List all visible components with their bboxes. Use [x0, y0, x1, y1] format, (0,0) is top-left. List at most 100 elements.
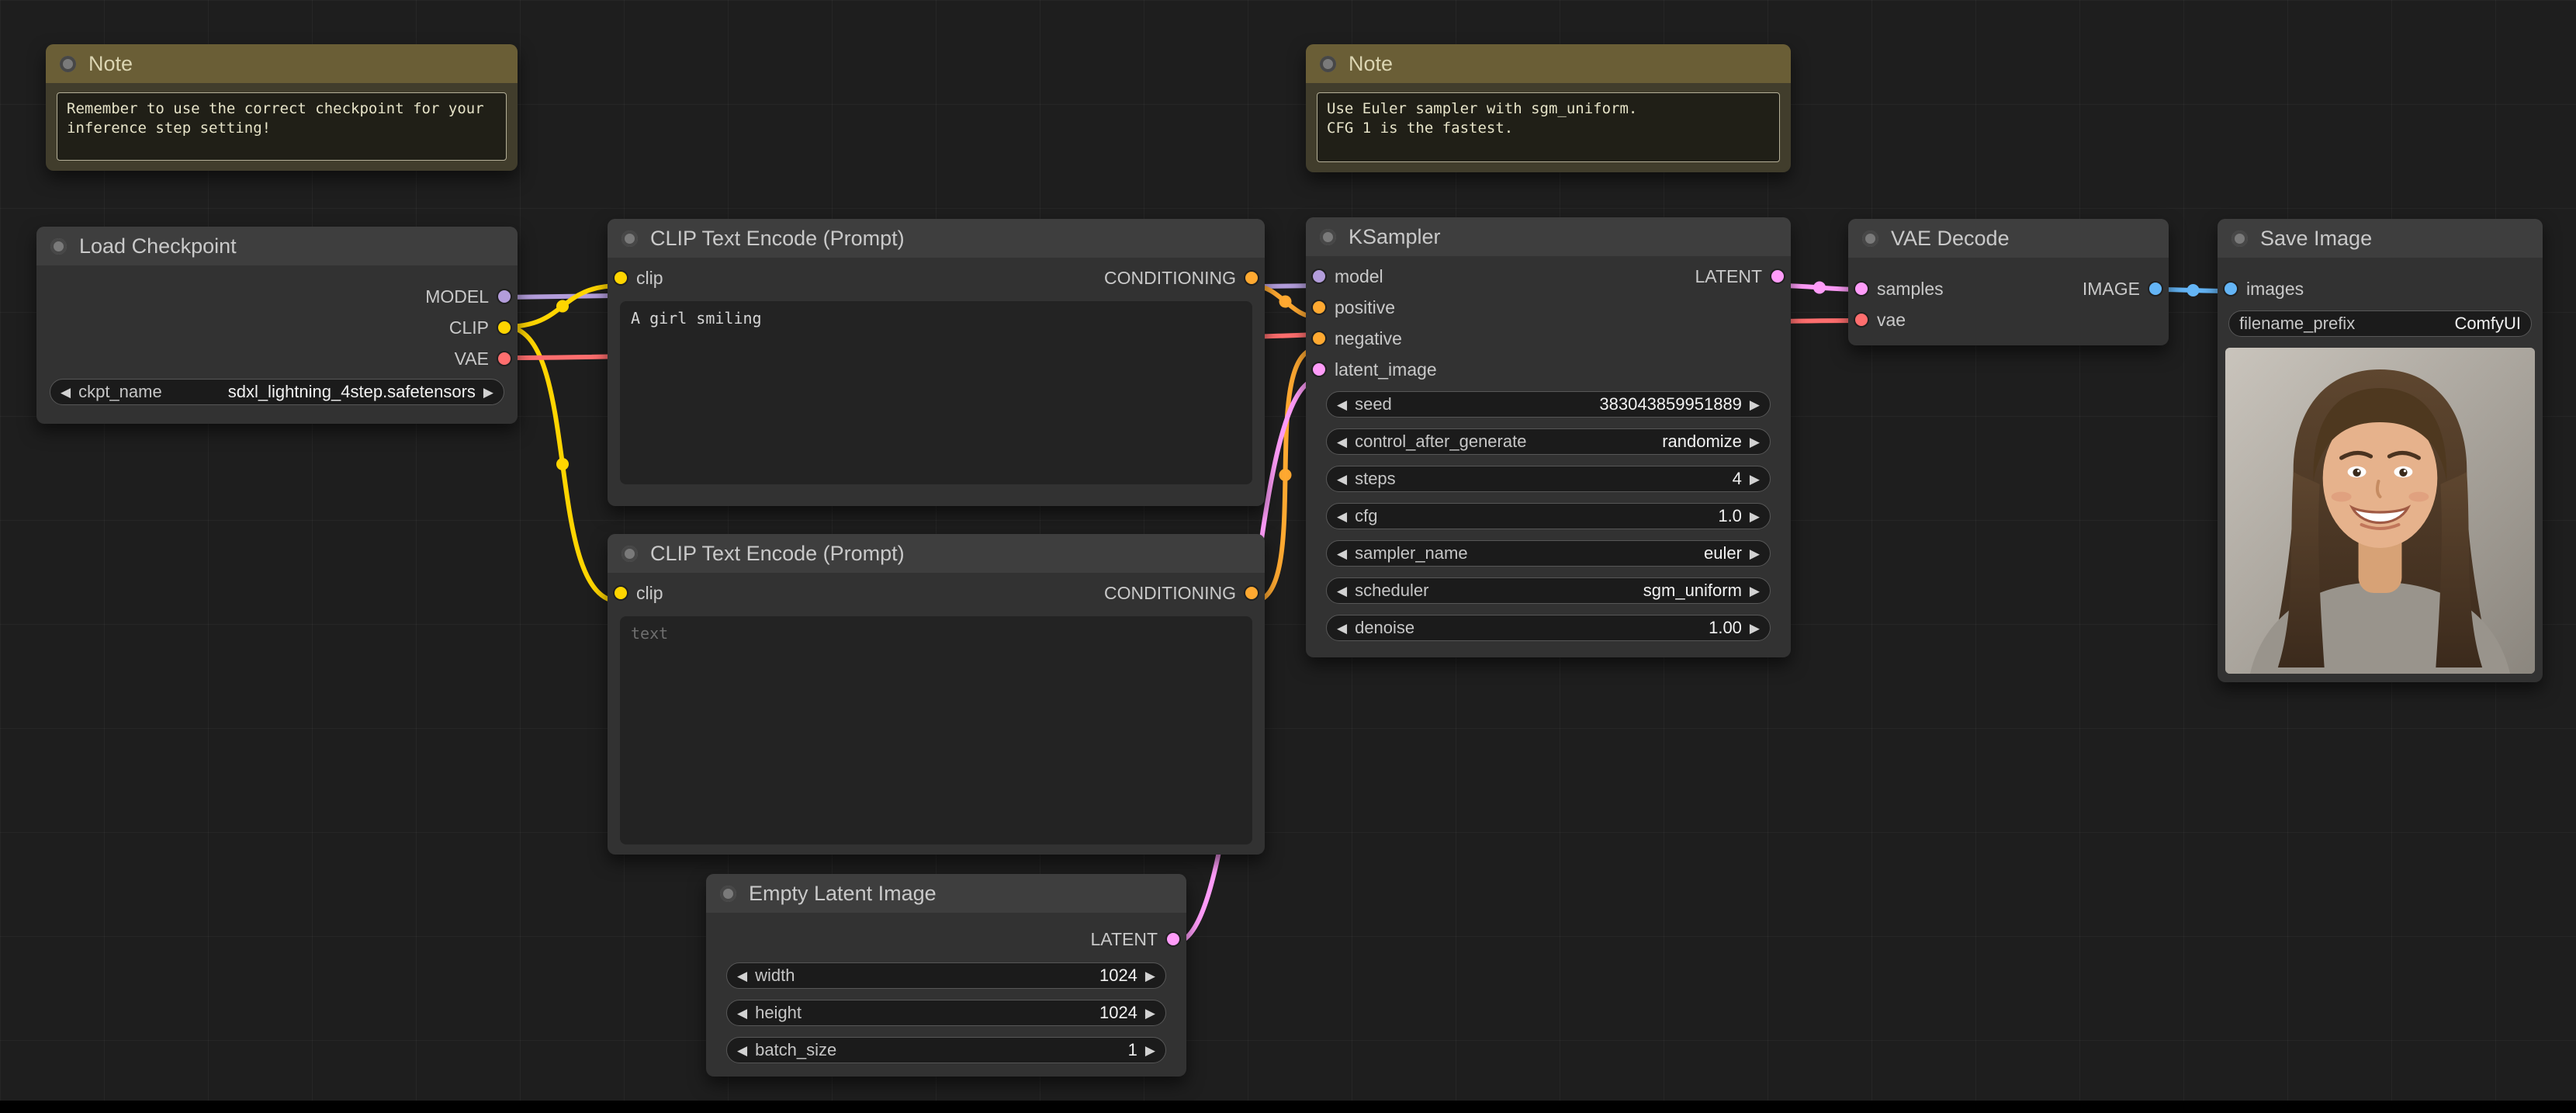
port-label: MODEL — [425, 286, 489, 307]
node-titlebar[interactable]: CLIP Text Encode (Prompt) — [608, 534, 1265, 573]
cfg-widget[interactable]: cfg 1.0 — [1326, 503, 1771, 529]
link-midpoint-dot[interactable] — [2186, 284, 2200, 296]
node-clip-text-encode-negative[interactable]: CLIP Text Encode (Prompt) clip CONDITION… — [608, 534, 1265, 855]
samples-input-port[interactable] — [1855, 283, 1868, 295]
prev-value-arrow-icon[interactable] — [1337, 435, 1347, 449]
graph-canvas[interactable]: Note Remember to use the correct checkpo… — [0, 0, 2576, 1113]
decrement-arrow-icon[interactable] — [737, 1044, 747, 1057]
scheduler-widget[interactable]: scheduler sgm_uniform — [1326, 577, 1771, 604]
ckpt-name-widget[interactable]: ckpt_name sdxl_lightning_4step.safetenso… — [50, 379, 504, 405]
decrement-arrow-icon[interactable] — [737, 1007, 747, 1020]
seed-widget[interactable]: seed 383043859951889 — [1326, 391, 1771, 418]
increment-arrow-icon[interactable] — [1750, 473, 1760, 486]
filename-prefix-widget[interactable]: filename_prefix ComfyUI — [2228, 310, 2532, 337]
collapse-dot-icon[interactable] — [2231, 230, 2248, 247]
link-midpoint-dot[interactable] — [1279, 295, 1292, 308]
node-ksampler[interactable]: KSampler model positive negative latent_… — [1306, 217, 1791, 657]
decrement-arrow-icon[interactable] — [1337, 622, 1347, 635]
clip-output-port[interactable] — [498, 321, 511, 334]
note-text[interactable]: Use Euler sampler with sgm_uniform. CFG … — [1317, 92, 1780, 162]
denoise-widget[interactable]: denoise 1.00 — [1326, 615, 1771, 641]
node-titlebar[interactable]: Save Image — [2218, 219, 2543, 258]
node-titlebar[interactable]: VAE Decode — [1848, 219, 2169, 258]
node-titlebar[interactable]: CLIP Text Encode (Prompt) — [608, 219, 1265, 258]
collapse-dot-icon[interactable] — [1862, 230, 1878, 247]
node-title-label: VAE Decode — [1891, 226, 2010, 250]
collapse-dot-icon[interactable] — [50, 238, 67, 255]
collapse-dot-icon[interactable] — [621, 545, 638, 562]
node-save-image[interactable]: Save Image images filename_prefix ComfyU… — [2218, 219, 2543, 682]
widget-label: filename_prefix — [2239, 314, 2356, 333]
node-title-label: CLIP Text Encode (Prompt) — [650, 226, 905, 250]
node-note-sampler[interactable]: Note Use Euler sampler with sgm_uniform.… — [1306, 44, 1791, 172]
node-titlebar[interactable]: Empty Latent Image — [706, 874, 1186, 913]
node-empty-latent-image[interactable]: Empty Latent Image LATENT width 1024 hei… — [706, 874, 1186, 1077]
prev-value-arrow-icon[interactable] — [61, 386, 71, 399]
widget-value: 1024 — [1099, 1003, 1137, 1022]
link-midpoint-dot[interactable] — [1279, 469, 1292, 481]
batch-size-widget[interactable]: batch_size 1 — [726, 1037, 1166, 1063]
widget-label: scheduler — [1355, 581, 1429, 600]
increment-arrow-icon[interactable] — [1750, 398, 1760, 411]
collapse-dot-icon[interactable] — [720, 885, 736, 902]
clip-input-port[interactable] — [615, 272, 627, 284]
model-input-port[interactable] — [1313, 270, 1325, 283]
width-widget[interactable]: width 1024 — [726, 962, 1166, 989]
collapse-dot-icon[interactable] — [1320, 228, 1336, 245]
next-value-arrow-icon[interactable] — [483, 386, 493, 399]
prev-value-arrow-icon[interactable] — [1337, 547, 1347, 560]
node-titlebar[interactable]: Note — [1306, 44, 1791, 83]
link-midpoint-dot[interactable] — [556, 300, 569, 313]
images-input-port[interactable] — [2225, 283, 2237, 295]
conditioning-output-port[interactable] — [1245, 587, 1258, 599]
latent-output-port[interactable] — [1167, 933, 1179, 945]
widget-value: 4 — [1732, 469, 1742, 488]
node-titlebar[interactable]: Note — [46, 44, 518, 83]
image-output-port[interactable] — [2149, 283, 2162, 295]
increment-arrow-icon[interactable] — [1750, 510, 1760, 523]
increment-arrow-icon[interactable] — [1145, 1007, 1155, 1020]
node-vae-decode[interactable]: VAE Decode samples vae IMAGE — [1848, 219, 2169, 345]
negative-input-port[interactable] — [1313, 332, 1325, 345]
latent-image-input-port[interactable] — [1313, 363, 1325, 376]
vae-output-port[interactable] — [498, 352, 511, 365]
sampler-name-widget[interactable]: sampler_name euler — [1326, 540, 1771, 567]
control-after-generate-widget[interactable]: control_after_generate randomize — [1326, 428, 1771, 455]
model-output-port[interactable] — [498, 290, 511, 303]
latent-output-port[interactable] — [1771, 270, 1784, 283]
conditioning-output-port[interactable] — [1245, 272, 1258, 284]
node-title-label: KSampler — [1349, 224, 1441, 248]
collapse-dot-icon[interactable] — [621, 230, 638, 247]
decrement-arrow-icon[interactable] — [1337, 510, 1347, 523]
increment-arrow-icon[interactable] — [1145, 969, 1155, 983]
prompt-text-area[interactable]: text — [620, 616, 1252, 844]
clip-input-port[interactable] — [615, 587, 627, 599]
increment-arrow-icon[interactable] — [1145, 1044, 1155, 1057]
prev-value-arrow-icon[interactable] — [1337, 584, 1347, 598]
height-widget[interactable]: height 1024 — [726, 1000, 1166, 1026]
link-midpoint-dot[interactable] — [556, 458, 569, 470]
node-note-checkpoint[interactable]: Note Remember to use the correct checkpo… — [46, 44, 518, 171]
next-value-arrow-icon[interactable] — [1750, 584, 1760, 598]
prompt-text-area[interactable]: A girl smiling — [620, 301, 1252, 484]
steps-widget[interactable]: steps 4 — [1326, 466, 1771, 492]
node-load-checkpoint[interactable]: Load Checkpoint MODEL CLIP VAE ◀ ckpt_na… — [36, 227, 518, 424]
note-text[interactable]: Remember to use the correct checkpoint f… — [57, 92, 507, 161]
increment-arrow-icon[interactable] — [1750, 622, 1760, 635]
port-label: negative — [1335, 328, 1402, 348]
widget-label: seed — [1355, 394, 1392, 414]
vae-input-port[interactable] — [1855, 314, 1868, 326]
node-titlebar[interactable]: Load Checkpoint — [36, 227, 518, 265]
collapse-dot-icon[interactable] — [1320, 55, 1336, 72]
node-titlebar[interactable]: KSampler — [1306, 217, 1791, 256]
decrement-arrow-icon[interactable] — [1337, 398, 1347, 411]
next-value-arrow-icon[interactable] — [1750, 435, 1760, 449]
widget-value: sgm_uniform — [1643, 581, 1742, 600]
next-value-arrow-icon[interactable] — [1750, 547, 1760, 560]
positive-input-port[interactable] — [1313, 301, 1325, 314]
collapse-dot-icon[interactable] — [60, 55, 76, 72]
link-midpoint-dot[interactable] — [1813, 281, 1826, 294]
node-clip-text-encode-positive[interactable]: CLIP Text Encode (Prompt) clip CONDITION… — [608, 219, 1265, 506]
decrement-arrow-icon[interactable] — [1337, 473, 1347, 486]
decrement-arrow-icon[interactable] — [737, 969, 747, 983]
